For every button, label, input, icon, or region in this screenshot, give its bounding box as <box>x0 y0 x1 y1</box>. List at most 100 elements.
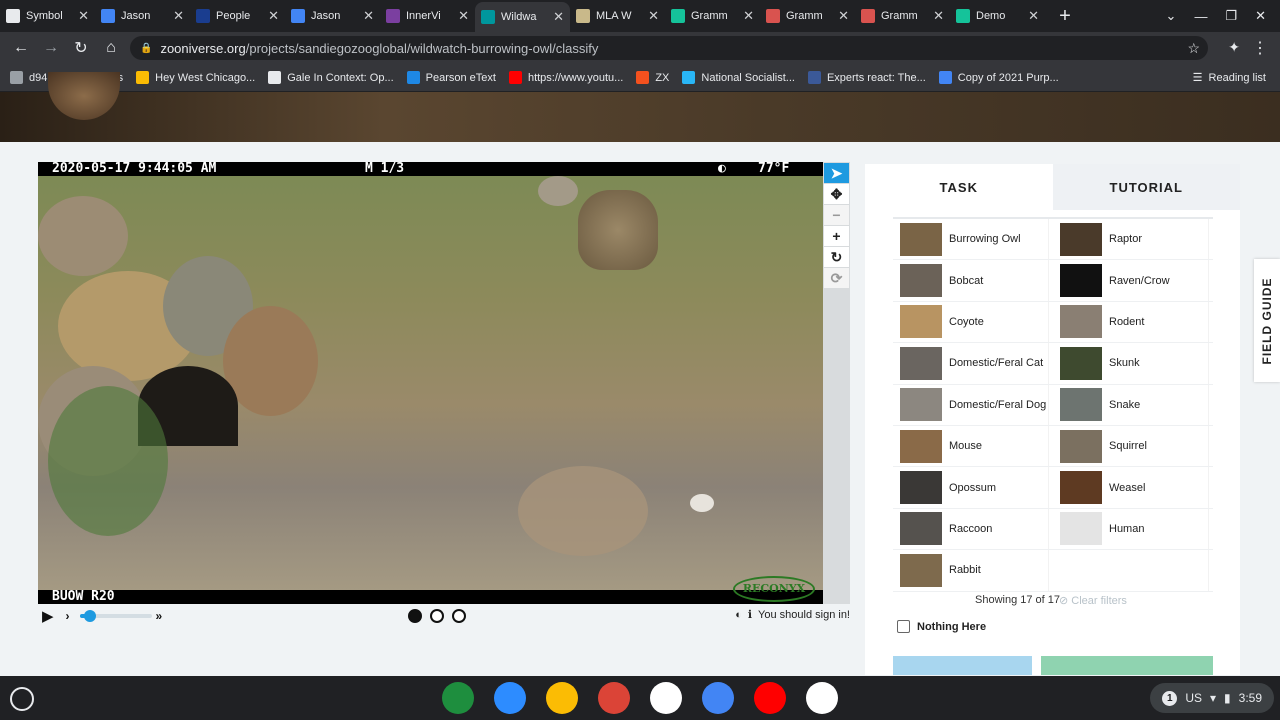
tab-close-icon[interactable]: ✕ <box>933 8 944 24</box>
tab-close-icon[interactable]: ✕ <box>363 8 374 24</box>
species-choice[interactable]: Weasel <box>1053 467 1209 508</box>
browser-tab[interactable]: Gramm ✕ <box>855 1 950 31</box>
tab-close-icon[interactable]: ✕ <box>173 8 184 24</box>
species-row: Rabbit <box>893 550 1213 592</box>
reset-icon[interactable]: ⟳ <box>824 268 849 288</box>
browser-tab[interactable]: Demo ✕ <box>950 1 1045 31</box>
species-choice[interactable]: Human <box>1053 508 1209 550</box>
extensions-icon[interactable]: ✦ <box>1228 39 1240 56</box>
browser-tab[interactable]: Jason ✕ <box>285 1 380 31</box>
forward-icon[interactable]: → <box>36 39 66 57</box>
rotate-icon[interactable]: ↻ <box>824 247 849 267</box>
notification-badge[interactable]: 1 <box>1162 690 1178 706</box>
done-and-talk-button[interactable] <box>893 656 1032 675</box>
home-icon[interactable]: ⌂ <box>96 39 126 57</box>
tab-search-icon[interactable]: ⌄ <box>1166 8 1177 24</box>
faster-icon[interactable]: » <box>156 609 163 623</box>
tab-close-icon[interactable]: ✕ <box>743 8 754 24</box>
system-tray[interactable]: 1 US ▾ ▮ 3:59 <box>1150 683 1274 713</box>
close-window-icon[interactable]: ✕ <box>1255 8 1266 24</box>
tab-tutorial[interactable]: TUTORIAL <box>1052 164 1240 210</box>
subject-viewer[interactable]: 2020-05-17 9:44:05 AM M 1/3 ◐ 77°F BUOW … <box>38 162 823 604</box>
viewer-toolbar: ➤ ✥ − + ↻ ⟳ <box>823 162 850 604</box>
species-choice[interactable]: Bobcat <box>893 260 1049 301</box>
clear-filters-button[interactable]: ⊘ Clear filters <box>1059 594 1127 607</box>
bookmark-star-icon[interactable]: ☆ <box>1187 40 1200 57</box>
species-choice[interactable]: Skunk <box>1053 343 1209 384</box>
move-icon[interactable]: ✥ <box>824 184 849 204</box>
youtube-icon[interactable] <box>754 682 786 714</box>
browser-tab[interactable]: Gramm ✕ <box>665 1 760 31</box>
slides-icon[interactable] <box>546 682 578 714</box>
speed-slider[interactable] <box>79 610 152 622</box>
browser-tab[interactable]: MLA W ✕ <box>570 1 665 31</box>
pointer-icon[interactable]: ➤ <box>824 163 849 183</box>
tab-close-icon[interactable]: ✕ <box>458 8 469 24</box>
species-choice[interactable]: Mouse <box>893 425 1049 467</box>
tab-close-icon[interactable]: ✕ <box>268 8 279 24</box>
tab-close-icon[interactable]: ✕ <box>648 8 659 24</box>
play-icon[interactable] <box>806 682 838 714</box>
nothing-here-checkbox[interactable] <box>897 620 910 633</box>
new-tab-button[interactable]: + <box>1053 5 1077 28</box>
bookmark-item[interactable]: ZX <box>636 71 669 84</box>
address-bar[interactable]: 🔒 zooniverse.org /projects/sandiegozoogl… <box>130 36 1208 60</box>
frame-dot[interactable] <box>430 609 444 623</box>
minimize-icon[interactable]: — <box>1194 9 1207 24</box>
bookmark-item[interactable]: Experts react: The... <box>807 71 926 84</box>
reading-list[interactable]: ☰ Reading list <box>1193 71 1266 85</box>
bookmark-item[interactable]: https://www.youtu... <box>508 71 623 84</box>
browser-tab[interactable]: Wildwa ✕ <box>475 2 570 32</box>
tab-close-icon[interactable]: ✕ <box>1028 8 1039 24</box>
species-choice[interactable]: Domestic/Feral Cat <box>893 343 1049 384</box>
bookmark-item[interactable]: Hey West Chicago... <box>136 71 255 84</box>
species-choice[interactable]: Snake <box>1053 384 1209 425</box>
tab-close-icon[interactable]: ✕ <box>838 8 849 24</box>
frame-dot[interactable] <box>452 609 466 623</box>
slower-icon[interactable]: › <box>66 609 70 623</box>
done-button[interactable] <box>1041 656 1213 675</box>
field-guide-button[interactable]: FIELD GUIDE <box>1254 259 1280 382</box>
launcher-icon[interactable] <box>10 687 34 711</box>
zoom-icon[interactable] <box>494 682 526 714</box>
bookmark-item[interactable]: Pearson eText <box>406 71 496 84</box>
zoom-out-icon[interactable]: − <box>824 205 849 225</box>
speed-slider-knob[interactable] <box>84 610 97 622</box>
species-choice[interactable]: Burrowing Owl <box>893 219 1049 260</box>
menu-icon[interactable]: ⋮ <box>1252 38 1268 58</box>
species-choice[interactable]: Opossum <box>893 467 1049 508</box>
info-icon[interactable]: ℹ <box>748 608 752 621</box>
tab-task[interactable]: TASK <box>865 164 1053 210</box>
chrome-icon[interactable] <box>598 682 630 714</box>
browser-tab[interactable]: People ✕ <box>190 1 285 31</box>
frame-dot[interactable] <box>408 609 422 623</box>
restore-icon[interactable]: ❐ <box>1225 8 1237 24</box>
species-choice[interactable]: Raccoon <box>893 508 1049 550</box>
contrast-icon[interactable]: ◐ <box>735 609 742 621</box>
project-avatar[interactable] <box>48 72 120 120</box>
gmail-icon[interactable] <box>650 682 682 714</box>
species-choice[interactable]: Coyote <box>893 301 1049 343</box>
species-choice[interactable]: Raptor <box>1053 219 1209 260</box>
browser-tab[interactable]: Gramm ✕ <box>760 1 855 31</box>
nothing-here-option[interactable]: Nothing Here <box>897 620 986 633</box>
classroom-icon[interactable] <box>442 682 474 714</box>
zoom-in-icon[interactable]: + <box>824 226 849 246</box>
back-icon[interactable]: ← <box>6 39 36 57</box>
bookmark-item[interactable]: National Socialist... <box>682 71 795 84</box>
species-choice[interactable]: Rodent <box>1053 301 1209 343</box>
browser-tab[interactable]: Jason ✕ <box>95 1 190 31</box>
bookmark-item[interactable]: Gale In Context: Op... <box>268 71 394 84</box>
docs-icon[interactable] <box>702 682 734 714</box>
play-icon[interactable]: ▶ <box>42 607 54 625</box>
tab-close-icon[interactable]: ✕ <box>78 8 89 24</box>
species-choice[interactable]: Domestic/Feral Dog <box>893 384 1049 425</box>
browser-tab[interactable]: Symbol ✕ <box>0 1 95 31</box>
tab-close-icon[interactable]: ✕ <box>553 9 564 25</box>
browser-tab[interactable]: InnerVi ✕ <box>380 1 475 31</box>
bookmark-item[interactable]: Copy of 2021 Purp... <box>938 71 1059 84</box>
species-choice[interactable]: Squirrel <box>1053 425 1209 467</box>
species-choice[interactable]: Rabbit <box>893 550 1049 591</box>
reload-icon[interactable]: ↻ <box>66 38 96 58</box>
species-choice[interactable]: Raven/Crow <box>1053 260 1209 301</box>
